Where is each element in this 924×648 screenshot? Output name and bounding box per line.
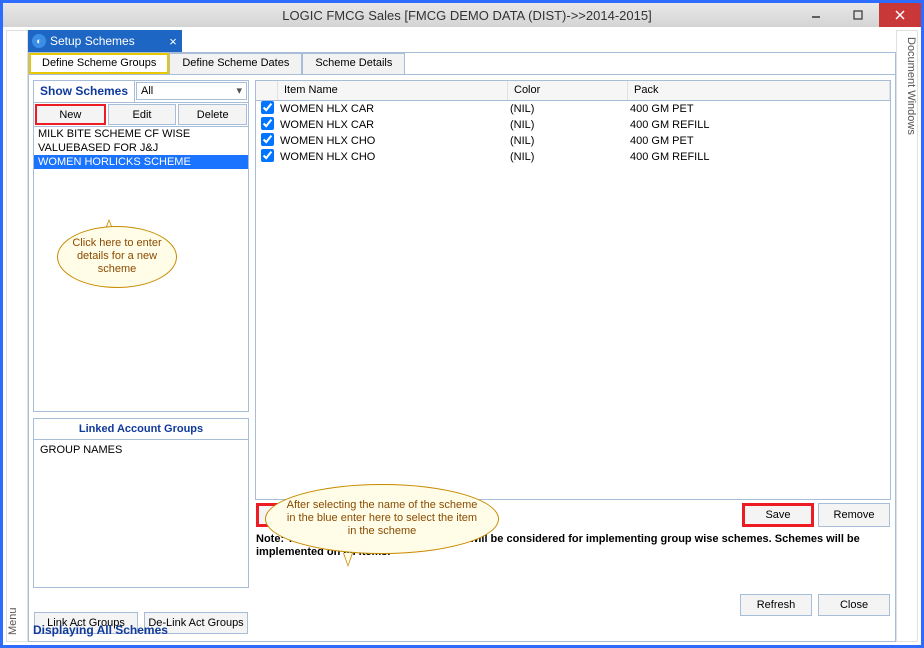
linked-accounts-item: GROUP NAMES	[34, 440, 248, 460]
save-button[interactable]: Save	[742, 503, 814, 527]
cell-color: (NIL)	[508, 151, 628, 163]
menu-rail[interactable]: Menu	[6, 30, 28, 642]
remove-button[interactable]: Remove	[818, 503, 890, 527]
list-item[interactable]: MILK BITE SCHEME CF WISE	[34, 127, 248, 141]
close-button[interactable]	[879, 3, 921, 27]
cell-item: WOMEN HLX CHO	[278, 151, 508, 163]
refresh-button[interactable]: Refresh	[740, 594, 812, 616]
maximize-button[interactable]	[837, 3, 879, 27]
cell-item: WOMEN HLX CAR	[278, 103, 508, 115]
row-checkbox[interactable]	[261, 101, 274, 114]
bottom-buttons: Refresh Close	[739, 593, 891, 617]
grid-header-pack[interactable]: Pack	[628, 81, 890, 100]
minimize-button[interactable]	[795, 3, 837, 27]
cell-item: WOMEN HLX CAR	[278, 119, 508, 131]
linked-accounts-title: Linked Account Groups	[34, 419, 248, 440]
window-title: LOGIC FMCG Sales [FMCG DEMO DATA (DIST)-…	[13, 8, 921, 23]
grid-header-check	[256, 81, 278, 100]
cell-pack: 400 GM PET	[628, 103, 890, 115]
close-tab-icon[interactable]: ×	[164, 34, 182, 49]
table-row[interactable]: WOMEN HLX CHO (NIL) 400 GM REFILL	[256, 149, 890, 165]
row-checkbox[interactable]	[261, 117, 274, 130]
close-panel-button[interactable]: Close	[818, 594, 890, 616]
cell-color: (NIL)	[508, 135, 628, 147]
document-area: ◐ Setup Schemes × Define Scheme Groups D…	[28, 30, 896, 642]
cell-item: WOMEN HLX CHO	[278, 135, 508, 147]
cell-color: (NIL)	[508, 119, 628, 131]
table-row[interactable]: WOMEN HLX CAR (NIL) 400 GM PET	[256, 101, 890, 117]
cell-pack: 400 GM REFILL	[628, 119, 890, 131]
callout-new-items: After selecting the name of the scheme i…	[265, 484, 499, 554]
grid-header-color[interactable]: Color	[508, 81, 628, 100]
tab-scheme-details[interactable]: Scheme Details	[302, 53, 405, 74]
edit-scheme-button[interactable]: Edit	[108, 104, 177, 125]
grid-header: Item Name Color Pack	[256, 81, 890, 101]
tab-define-dates[interactable]: Define Scheme Dates	[169, 53, 302, 74]
show-schemes-select[interactable]: All	[136, 82, 247, 100]
delete-scheme-button[interactable]: Delete	[178, 104, 247, 125]
left-column: Show Schemes All New Edit Delete MILK BI…	[33, 80, 249, 635]
window-controls	[795, 3, 921, 27]
tab-content: Show Schemes All New Edit Delete MILK BI…	[29, 76, 895, 641]
linked-accounts-panel: Linked Account Groups GROUP NAMES	[33, 418, 249, 588]
callout-pointer	[343, 553, 353, 567]
titlebar: LOGIC FMCG Sales [FMCG DEMO DATA (DIST)-…	[3, 3, 921, 27]
tab-define-groups[interactable]: Define Scheme Groups	[29, 53, 169, 74]
grid-body: WOMEN HLX CAR (NIL) 400 GM PET WOMEN HLX…	[256, 101, 890, 165]
document-windows-rail[interactable]: Document Windows	[896, 30, 918, 642]
cell-pack: 400 GM REFILL	[628, 151, 890, 163]
grid-header-item[interactable]: Item Name	[278, 81, 508, 100]
table-row[interactable]: WOMEN HLX CHO (NIL) 400 GM PET	[256, 133, 890, 149]
list-item-selected[interactable]: WOMEN HORLICKS SCHEME	[34, 155, 248, 169]
new-scheme-button[interactable]: New	[35, 104, 106, 125]
cell-pack: 400 GM PET	[628, 135, 890, 147]
tab-row: Define Scheme Groups Define Scheme Dates…	[29, 53, 895, 75]
list-item[interactable]: VALUEBASED FOR J&J	[34, 141, 248, 155]
row-checkbox[interactable]	[261, 133, 274, 146]
table-row[interactable]: WOMEN HLX CAR (NIL) 400 GM REFILL	[256, 117, 890, 133]
cell-color: (NIL)	[508, 103, 628, 115]
app-window: LOGIC FMCG Sales [FMCG DEMO DATA (DIST)-…	[0, 0, 924, 648]
show-schemes-label: Show Schemes	[34, 81, 135, 102]
document-tab-label: Setup Schemes	[50, 34, 164, 48]
status-text: Displaying All Schemes	[33, 623, 168, 637]
items-grid: Item Name Color Pack WOMEN HLX CAR (NIL)…	[255, 80, 891, 500]
document-tab[interactable]: ◐ Setup Schemes ×	[28, 30, 182, 52]
scheme-list[interactable]: MILK BITE SCHEME CF WISE VALUEBASED FOR …	[34, 127, 248, 169]
app-icon: ◐	[32, 34, 46, 48]
setup-schemes-panel: Define Scheme Groups Define Scheme Dates…	[28, 52, 896, 642]
callout-new-scheme: Click here to enter details for a new sc…	[57, 226, 177, 288]
row-checkbox[interactable]	[261, 149, 274, 162]
